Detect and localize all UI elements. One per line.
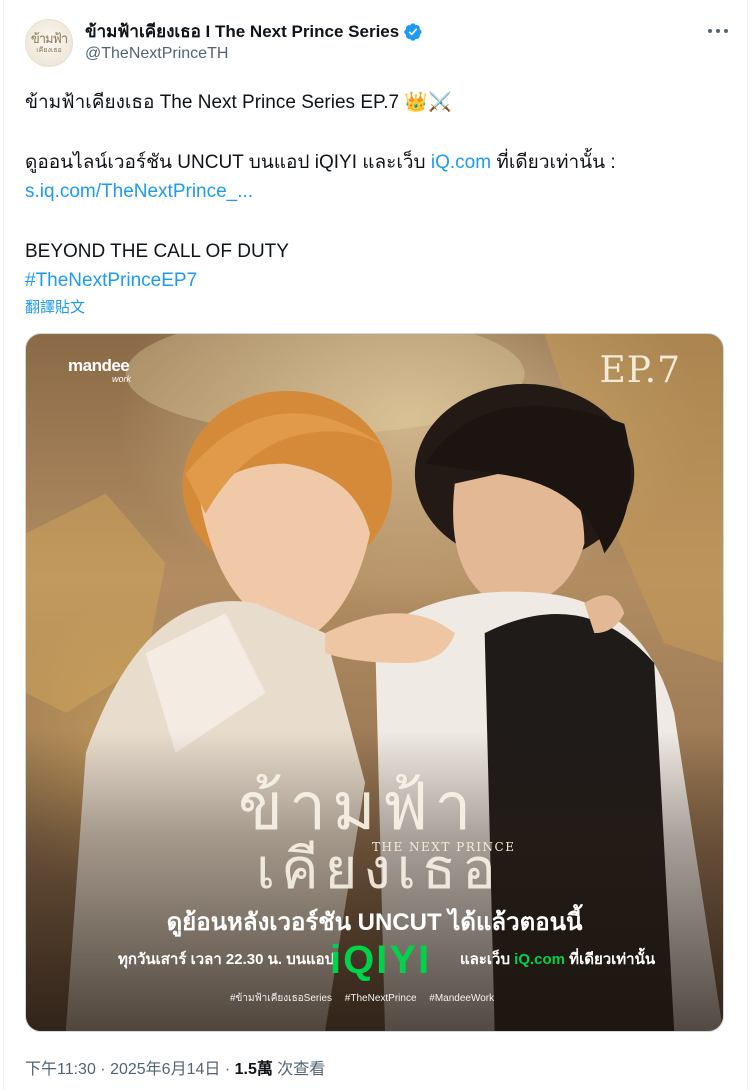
iq-link[interactable]: iQ.com: [431, 152, 491, 173]
iqiyi-logo: iQIYI: [330, 938, 432, 982]
views-label: 次查看: [272, 1061, 326, 1078]
tweet-line-tagline: BEYOND THE CALL OF DUTY: [25, 240, 289, 262]
poster-hashtags: #ข้ามฟ้าเคียงเธอSeries #TheNextPrince #M…: [230, 993, 495, 1004]
mandee-logo-work: work: [112, 374, 132, 384]
short-url-link[interactable]: s.iq.com/TheNextPrince_...: [25, 181, 253, 202]
tweet-line-hashtag: #TheNextPrinceEP7: [25, 266, 721, 296]
watch-text-prefix: ดูออนไลน์เวอร์ชัน UNCUT บนแอป iQIYI และเ…: [25, 151, 431, 173]
meta-separator: ·: [220, 1061, 235, 1078]
tweet-meta: 下午11:30 · 2025年6月14日 · 1.5萬 次查看: [25, 1055, 325, 1079]
hashtag-link[interactable]: #TheNextPrinceEP7: [25, 270, 197, 291]
timeline-border-left: [3, 0, 4, 1090]
tweet-time[interactable]: 下午11:30: [25, 1061, 96, 1078]
avatar-text-top: ข้ามฟ้า: [30, 31, 68, 47]
tweet-date[interactable]: 2025年6月14日: [110, 1061, 220, 1078]
tweet-media-poster[interactable]: mandee work EP.7 ข้ามฟ้า THE NEXT PRINCE…: [25, 333, 724, 1032]
poster-web-link: iQ.com: [514, 951, 566, 968]
views-count: 1.5萬: [234, 1061, 273, 1078]
poster-title-thai-bottom: เคียงเธอ: [256, 837, 502, 902]
display-name[interactable]: ข้ามฟ้าเคียงเธอ I The Next Prince Series: [85, 18, 399, 45]
tweet-line-url: s.iq.com/TheNextPrince_...: [25, 177, 721, 207]
mandee-logo: mandee: [68, 356, 130, 375]
timeline-border-right: [747, 0, 748, 1090]
episode-label: EP.7: [599, 350, 681, 391]
handle[interactable]: @TheNextPrinceTH: [85, 45, 228, 63]
poster-web-line: และเว็บ iQ.com ที่เดียวเท่านั้น: [460, 947, 655, 971]
tweet-line-watch: ดูออนไลน์เวอร์ชัน UNCUT บนแอป iQIYI และเ…: [25, 148, 721, 178]
avatar[interactable]: ข้ามฟ้า เคียงเธอ: [25, 19, 73, 67]
name-row: ข้ามฟ้าเคียงเธอ I The Next Prince Series: [85, 18, 423, 45]
tweet-text: ข้ามฟ้าเคียงเธอ The Next Prince Series E…: [25, 88, 721, 296]
poster-cta: ดูย้อนหลังเวอร์ชัน UNCUT ได้แล้วตอนนี้: [166, 909, 583, 936]
translate-post-button[interactable]: 翻譯貼文: [25, 296, 85, 317]
meta-separator: ·: [95, 1061, 111, 1078]
poster-title-thai-top: ข้ามฟ้า: [238, 768, 478, 845]
avatar-text-bottom: เคียงเธอ: [36, 45, 62, 54]
more-options-icon[interactable]: [707, 24, 729, 38]
tweet-header: ข้ามฟ้า เคียงเธอ ข้ามฟ้าเคียงเธอ I The N…: [25, 14, 733, 68]
verified-badge-icon[interactable]: [403, 22, 423, 42]
poster-web-suffix: ที่เดียวเท่านั้น: [565, 951, 656, 968]
poster-schedule: ทุกวันเสาร์ เวลา 22.30 น. บนแอป: [118, 951, 335, 968]
poster-web-prefix: และเว็บ: [460, 951, 515, 968]
watch-text-suffix: ที่เดียวเท่านั้น :: [491, 151, 616, 173]
tweet-line-title: ข้ามฟ้าเคียงเธอ The Next Prince Series E…: [25, 92, 452, 113]
